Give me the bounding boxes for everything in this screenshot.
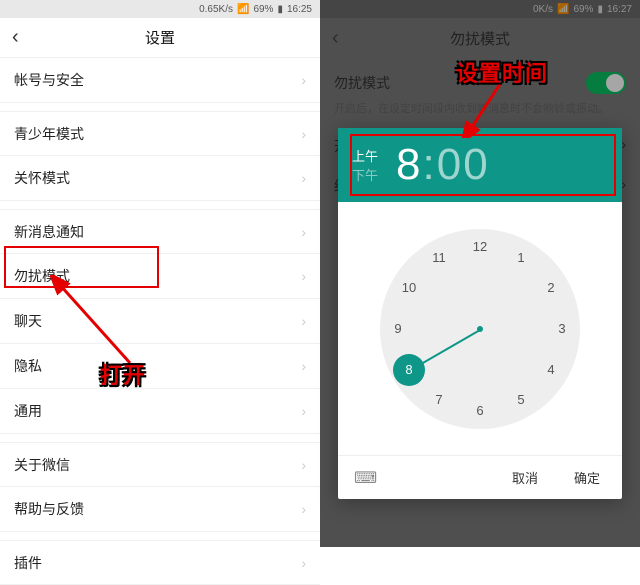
time-display: 8:00	[396, 140, 490, 190]
phone-left: 0.65K/s 📶 69% ▮ 16:25 ‹ 设置 帐号与安全› 青少年模式›…	[0, 0, 320, 547]
chevron-right-icon: ›	[301, 224, 306, 240]
item-general[interactable]: 通用›	[0, 389, 320, 434]
chevron-right-icon: ›	[301, 268, 306, 284]
chevron-right-icon: ›	[301, 555, 306, 571]
item-about[interactable]: 关于微信›	[0, 442, 320, 487]
item-feedback[interactable]: 帮助与反馈›	[0, 487, 320, 532]
item-privacy[interactable]: 隐私›	[0, 344, 320, 389]
clock-center	[477, 326, 483, 332]
item-youth[interactable]: 青少年模式›	[0, 111, 320, 156]
header: ‹ 设置	[0, 18, 320, 58]
item-care[interactable]: 关怀模式›	[0, 156, 320, 201]
chevron-right-icon: ›	[301, 126, 306, 142]
picker-footer: ⌨ 取消 确定	[338, 455, 622, 499]
chevron-right-icon: ›	[301, 170, 306, 186]
clock-hour-6[interactable]: 6	[468, 399, 492, 423]
picker-header: 上午 下午 8:00	[338, 128, 622, 202]
net-speed: 0.65K/s	[199, 4, 233, 15]
chevron-right-icon: ›	[301, 313, 306, 329]
item-account[interactable]: 帐号与安全›	[0, 58, 320, 103]
clock-hour-5[interactable]: 5	[509, 388, 533, 412]
chevron-right-icon: ›	[301, 403, 306, 419]
clock-hour-10[interactable]: 10	[397, 276, 421, 300]
item-dnd[interactable]: 勿扰模式›	[0, 254, 320, 299]
chevron-right-icon: ›	[301, 501, 306, 517]
battery-text: 69%	[253, 4, 273, 15]
status-bar: 0.65K/s 📶 69% ▮ 16:25	[0, 0, 320, 18]
clock-hour-9[interactable]: 9	[386, 317, 410, 341]
battery-icon: ▮	[277, 4, 283, 15]
clock-face-wrap: 1212345678910118	[338, 202, 622, 455]
clock-hour-2[interactable]: 2	[539, 276, 563, 300]
ok-button[interactable]: 确定	[560, 462, 614, 493]
am-option[interactable]: 上午	[352, 146, 378, 165]
clock-hour-12[interactable]: 12	[468, 235, 492, 259]
clock-hour-7[interactable]: 7	[427, 388, 451, 412]
back-icon[interactable]: ‹	[12, 26, 19, 49]
cancel-button[interactable]: 取消	[498, 462, 552, 493]
phone-right: 0K/s 📶 69% ▮ 16:27 ‹ 勿扰模式 勿扰模式 开启后，在设定时间…	[320, 0, 640, 547]
pm-option[interactable]: 下午	[352, 165, 378, 184]
item-chat[interactable]: 聊天›	[0, 299, 320, 344]
minute-value[interactable]: 00	[437, 140, 490, 189]
clock-hour-4[interactable]: 4	[539, 358, 563, 382]
clock-text: 16:25	[287, 4, 312, 15]
clock-selected[interactable]: 8	[393, 354, 425, 386]
chevron-right-icon: ›	[301, 457, 306, 473]
clock-hour-3[interactable]: 3	[550, 317, 574, 341]
chevron-right-icon: ›	[301, 72, 306, 88]
chevron-right-icon: ›	[301, 358, 306, 374]
clock-hour-1[interactable]: 1	[509, 245, 533, 269]
time-picker: 上午 下午 8:00 1212345678910118 ⌨ 取消 确定	[338, 128, 622, 499]
ampm-selector[interactable]: 上午 下午	[352, 146, 378, 184]
clock-hour-11[interactable]: 11	[427, 245, 451, 269]
keyboard-icon[interactable]: ⌨	[354, 468, 377, 488]
page-title: 设置	[145, 27, 175, 48]
wifi-icon: 📶	[237, 4, 249, 15]
clock-face[interactable]: 1212345678910118	[380, 229, 580, 429]
settings-list: 帐号与安全› 青少年模式› 关怀模式› 新消息通知› 勿扰模式› 聊天› 隐私›…	[0, 58, 320, 585]
hour-value[interactable]: 8	[396, 140, 422, 189]
item-notify[interactable]: 新消息通知›	[0, 209, 320, 254]
